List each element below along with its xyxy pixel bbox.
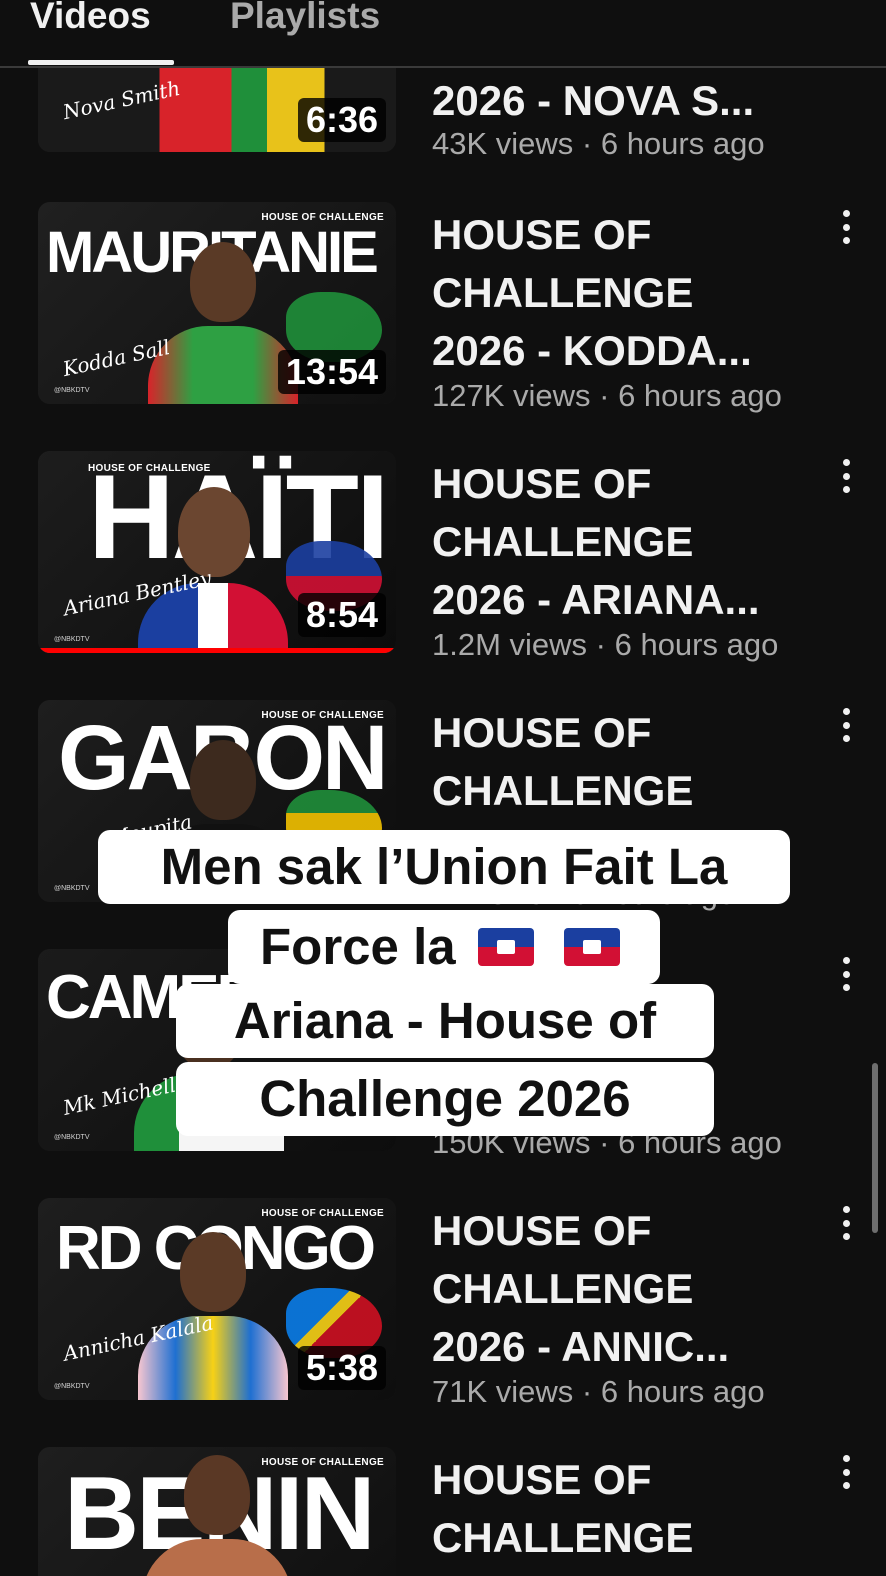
thumbnail-person <box>138 1232 288 1400</box>
video-title[interactable]: HOUSE OF CHALLENGE 2026 - KODDA... <box>432 206 822 380</box>
video-title-line: 2026 - KODDA... <box>432 327 752 374</box>
more-options-icon[interactable] <box>838 708 854 742</box>
video-meta: 1.2M views · 6 hours ago <box>432 627 779 662</box>
thumbnail-series-label: HOUSE OF CHALLENGE <box>261 212 384 223</box>
video-title-line: HOUSE OF <box>432 709 652 756</box>
video-title[interactable]: HOUSE OF CHALLENGE 2026 - ANNIC... <box>432 1202 822 1376</box>
thumbnail-person <box>134 989 284 1151</box>
video-row[interactable]: CAMEROUN Mk Michelle @NBKDTV HOUSE OF CH… <box>0 949 886 1160</box>
tab-videos[interactable]: Videos <box>30 0 151 38</box>
thumbnail-channel: @NBKDTV <box>54 1383 90 1390</box>
video-title-line: HOUSE OF <box>432 1456 652 1503</box>
video-title-line: 2026 - MIC... <box>432 1074 675 1121</box>
video-row[interactable]: GABON HOUSE OF CHALLENGE Moupita @NBKDTV… <box>0 700 886 911</box>
thumbnail-channel: @NBKDTV <box>54 636 90 643</box>
video-title-line: HOUSE OF <box>432 460 652 507</box>
thumbnail-series-label: HOUSE OF CHALLENGE <box>88 463 211 474</box>
tab-playlists[interactable]: Playlists <box>230 0 380 38</box>
video-meta: 43K views · 6 hours ago <box>432 126 765 161</box>
watch-progress-fill <box>38 648 396 653</box>
active-tab-indicator <box>28 60 174 65</box>
video-title-line: CHALLENGE <box>432 1514 694 1561</box>
video-meta: 150K views · 6 hours ago <box>432 1125 782 1160</box>
more-options-icon[interactable] <box>838 459 854 493</box>
duration-badge: 6:36 <box>297 98 386 142</box>
video-title-line: CHALLENGE <box>432 1265 694 1312</box>
video-row[interactable]: RD CONGO HOUSE OF CHALLENGE Annicha Kala… <box>0 1198 886 1409</box>
video-title-line: 2026 - NOVA S... <box>432 77 755 124</box>
video-title[interactable]: HOUSE OF CHALLENGE <box>432 1451 822 1567</box>
video-title-line: CHALLENGE <box>432 269 694 316</box>
video-title[interactable]: HOUSE OF CHALLENGE 2026 - ARIANA... <box>432 455 822 629</box>
video-row[interactable]: HAÏTI HOUSE OF CHALLENGE Ariana Bentley … <box>0 451 886 662</box>
video-meta: ... views · 6 hours ago <box>432 876 736 911</box>
video-list: Nova Smith 6:36 2026 - NOVA S... 43K vie… <box>0 0 886 1576</box>
thumbnail-person <box>138 487 288 653</box>
thumbnail-person <box>142 1455 292 1576</box>
more-options-icon[interactable] <box>838 957 854 991</box>
thumbnail-series-label: HOUSE OF CHALLENGE <box>261 710 384 721</box>
thumbnail-series-label: HOUSE OF CHALLENGE <box>261 1208 384 1219</box>
duration-badge: 5:38 <box>297 1346 386 1390</box>
more-options-icon[interactable] <box>838 1206 854 1240</box>
video-thumbnail[interactable]: MAURITANIE HOUSE OF CHALLENGE Kodda Sall… <box>38 202 396 404</box>
thumbnail-channel: @NBKDTV <box>54 387 90 394</box>
scrollbar[interactable] <box>872 1063 878 1233</box>
thumbnail-channel: @NBKDTV <box>54 885 90 892</box>
video-meta: 127K views · 6 hours ago <box>432 378 782 413</box>
video-meta: 71K views · 6 hours ago <box>432 1374 765 1409</box>
video-thumbnail[interactable]: GABON HOUSE OF CHALLENGE Moupita @NBKDTV <box>38 700 396 902</box>
video-title-line: CHALLENGE <box>432 518 694 565</box>
video-title-line: HOUSE OF <box>432 211 652 258</box>
video-thumbnail[interactable]: HAÏTI HOUSE OF CHALLENGE Ariana Bentley … <box>38 451 396 653</box>
duration-badge: 8:54 <box>297 593 386 637</box>
video-row[interactable]: BENIN HOUSE OF CHALLENGE HOUSE OF CHALLE… <box>0 1447 886 1576</box>
video-title-line: 2026 - MOUPI... <box>432 825 736 872</box>
video-title-line: CHALLENGE <box>432 1016 694 1063</box>
thumbnail-person <box>148 242 298 404</box>
video-title-line: HOUSE OF <box>432 1207 652 1254</box>
duration-badge: 13:54 <box>277 350 386 394</box>
more-options-icon[interactable] <box>838 210 854 244</box>
video-title[interactable]: 2026 - NOVA S... <box>432 72 822 130</box>
video-title[interactable]: HOUSE OF CHALLENGE 2026 - MOUPI... <box>432 704 822 878</box>
thumbnail-channel: @NBKDTV <box>54 1134 90 1141</box>
video-title-line: CHALLENGE <box>432 767 694 814</box>
video-thumbnail[interactable]: CAMEROUN Mk Michelle @NBKDTV <box>38 949 396 1151</box>
channel-tab-bar: Videos Playlists <box>0 0 886 68</box>
video-row[interactable]: MAURITANIE HOUSE OF CHALLENGE Kodda Sall… <box>0 202 886 413</box>
video-title[interactable]: HOUSE OF CHALLENGE 2026 - MIC... <box>432 953 822 1127</box>
video-thumbnail[interactable]: RD CONGO HOUSE OF CHALLENGE Annicha Kala… <box>38 1198 396 1400</box>
video-title-line: HOUSE OF <box>432 958 652 1005</box>
video-title-line: 2026 - ANNIC... <box>432 1323 730 1370</box>
more-options-icon[interactable] <box>838 1455 854 1489</box>
video-thumbnail[interactable]: BENIN HOUSE OF CHALLENGE <box>38 1447 396 1576</box>
watch-progress-bar <box>38 648 396 653</box>
video-title-line: 2026 - ARIANA... <box>432 576 760 623</box>
